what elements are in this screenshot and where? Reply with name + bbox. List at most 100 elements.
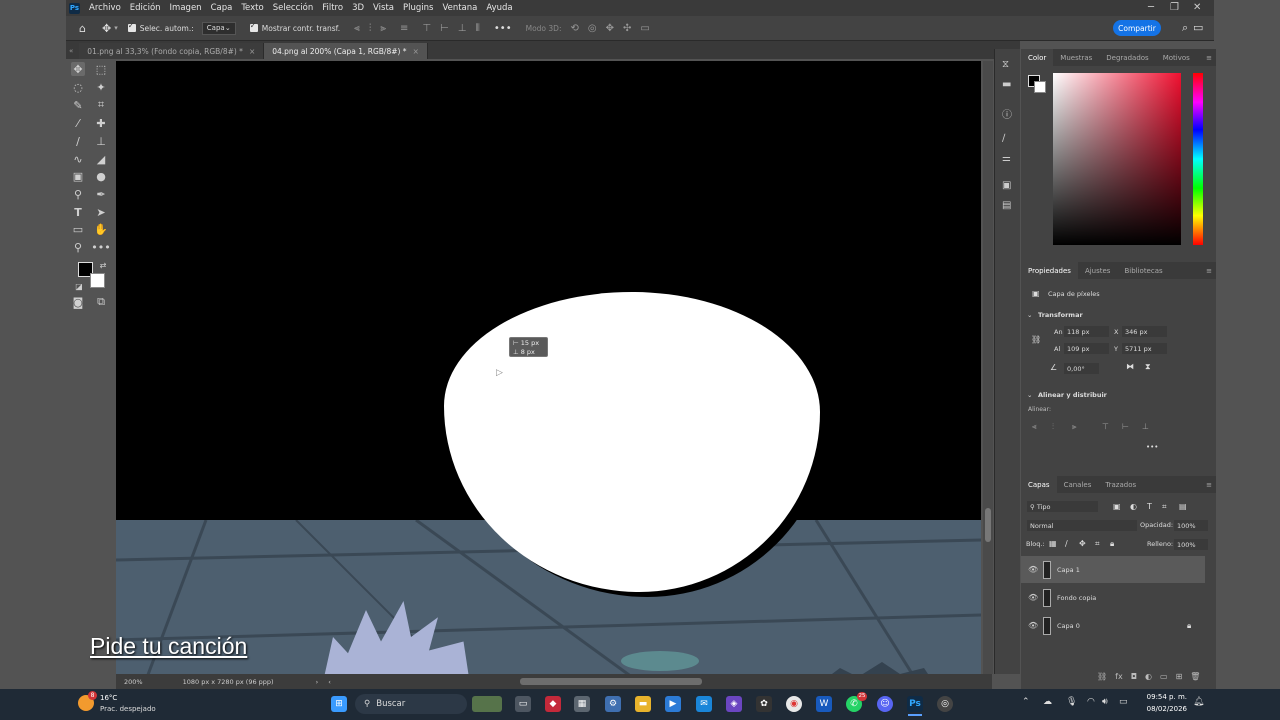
recorder-icon[interactable]: ◎ bbox=[937, 696, 953, 712]
chatgpt-icon[interactable]: ✿ bbox=[756, 696, 772, 712]
adjustment-layer-icon[interactable]: ◐ bbox=[1145, 672, 1152, 681]
panel-menu-icon[interactable]: ≡ bbox=[1206, 54, 1212, 62]
mic-icon[interactable]: 🎙︎ bbox=[1066, 697, 1077, 707]
background-color-swatch[interactable] bbox=[90, 273, 105, 288]
crop-tool-icon[interactable]: ⌗ bbox=[94, 98, 108, 112]
visibility-eye-icon[interactable]: 👁︎ bbox=[1028, 621, 1038, 630]
word-icon[interactable]: W bbox=[816, 696, 832, 712]
home-icon[interactable]: ⌂ bbox=[79, 22, 86, 35]
align-h-centers-icon[interactable]: ⫶ bbox=[1052, 422, 1054, 432]
history-brush-icon[interactable]: ∿ bbox=[71, 152, 85, 166]
tab-capas[interactable]: Capas bbox=[1021, 476, 1057, 493]
panel-menu-icon[interactable]: ≡ bbox=[1206, 481, 1212, 489]
chevron-right-icon[interactable]: › bbox=[316, 678, 319, 686]
close-window-icon[interactable]: ✕ bbox=[1193, 2, 1201, 13]
history-icon[interactable]: ⧖ bbox=[1002, 59, 1009, 70]
menu-archivo[interactable]: Archivo bbox=[89, 3, 121, 13]
cloud-icon[interactable]: ☁ bbox=[1043, 697, 1052, 707]
align-center-icon[interactable]: ⫶ bbox=[369, 23, 372, 34]
visibility-eye-icon[interactable]: 👁︎ bbox=[1028, 565, 1038, 574]
tab-color[interactable]: Color bbox=[1021, 49, 1054, 66]
align-v-centers-icon[interactable]: ⊢ bbox=[1122, 422, 1129, 431]
hue-slider[interactable] bbox=[1193, 73, 1203, 245]
tab-propiedades[interactable]: Propiedades bbox=[1021, 262, 1078, 279]
filter-pixel-icon[interactable]: ▣ bbox=[1113, 502, 1121, 511]
align-distribute-header[interactable]: Alinear y distribuir bbox=[1038, 391, 1107, 399]
angle-input[interactable]: 0,00° bbox=[1064, 363, 1099, 374]
brush-settings-icon[interactable]: ∕ bbox=[1002, 133, 1005, 144]
layer-row[interactable]: 👁︎ Fondo copia bbox=[1021, 584, 1205, 611]
more-options-icon[interactable]: ••• bbox=[1146, 443, 1158, 451]
align-top-icon[interactable]: ⊤ bbox=[422, 23, 431, 34]
x-input[interactable]: 346 px bbox=[1122, 326, 1167, 337]
menu-capa[interactable]: Capa bbox=[211, 3, 233, 13]
close-tab-icon[interactable]: × bbox=[249, 47, 255, 56]
tab-bibliotecas[interactable]: Bibliotecas bbox=[1117, 262, 1169, 279]
menu-seleccion[interactable]: Selección bbox=[273, 3, 314, 13]
rectangle-tool-icon[interactable]: ▭ bbox=[71, 222, 85, 236]
distribute-icon[interactable]: ≡ bbox=[400, 23, 408, 34]
notes-icon[interactable]: ▤ bbox=[1002, 200, 1011, 211]
clock-time[interactable]: 09:54 p. m. bbox=[1145, 693, 1187, 701]
slide-3d-icon[interactable]: ✣ bbox=[623, 23, 631, 34]
panel-menu-icon[interactable]: ≡ bbox=[1206, 267, 1212, 275]
move-tool-options-icon[interactable]: ✥ bbox=[102, 22, 111, 35]
horizontal-scroll-thumb[interactable] bbox=[520, 678, 702, 685]
zoom-tool-icon[interactable]: ⚲ bbox=[71, 240, 85, 254]
wifi-icon[interactable]: ◠ bbox=[1087, 697, 1095, 707]
y-input[interactable]: 5711 px bbox=[1122, 343, 1167, 354]
document-canvas[interactable]: ⊢ 15 px ⊥ 8 px ▷ bbox=[116, 61, 981, 674]
auto-select-checkbox[interactable]: Selec. autom.: bbox=[127, 21, 194, 33]
discord-icon[interactable]: ☺ bbox=[877, 696, 893, 712]
blend-mode-dropdown[interactable]: Normal bbox=[1027, 520, 1137, 531]
menu-ayuda[interactable]: Ayuda bbox=[486, 3, 512, 13]
tab-degradados[interactable]: Degradados bbox=[1099, 49, 1155, 66]
store-icon[interactable]: ▦ bbox=[574, 696, 590, 712]
swap-colors-icon[interactable]: ⇄ bbox=[96, 258, 110, 272]
tab-01-png[interactable]: 01.png al 33,3% (Fondo copia, RGB/8#) * … bbox=[79, 43, 265, 59]
hand-tool-icon[interactable]: ✋ bbox=[94, 222, 108, 236]
path-selection-icon[interactable]: ➤ bbox=[94, 205, 108, 219]
link-layers-icon[interactable]: ⛓ bbox=[1097, 672, 1107, 681]
type-tool-icon[interactable]: T bbox=[71, 205, 85, 219]
more-options-icon[interactable]: ••• bbox=[494, 23, 512, 34]
photoshop-taskbar-icon[interactable]: Ps bbox=[907, 696, 923, 712]
close-tab-icon[interactable]: × bbox=[413, 47, 419, 56]
minimize-icon[interactable]: ─ bbox=[1148, 2, 1154, 13]
filter-shape-icon[interactable]: ⌗ bbox=[1162, 502, 1167, 512]
align-top-edges-icon[interactable]: ⊤ bbox=[1102, 422, 1109, 431]
notifications-icon[interactable]: 🔔︎ bbox=[1193, 697, 1204, 707]
file-explorer-icon[interactable]: ▬ bbox=[635, 696, 651, 712]
layer-row[interactable]: 👁︎ Capa 0 🔒︎ bbox=[1021, 612, 1205, 639]
windows-start-icon[interactable]: ⊞ bbox=[331, 696, 347, 712]
menu-vista[interactable]: Vista bbox=[373, 3, 394, 13]
panel-background-swatch[interactable] bbox=[1034, 81, 1046, 93]
expand-icon[interactable]: ⌄ bbox=[1027, 391, 1032, 399]
width-input[interactable]: 118 px bbox=[1064, 326, 1109, 337]
opacity-input[interactable]: 100% bbox=[1174, 520, 1208, 531]
fx-icon[interactable]: fx bbox=[1115, 672, 1123, 681]
visibility-eye-icon[interactable]: 👁︎ bbox=[1028, 593, 1038, 602]
taskbar-search[interactable]: ⚲ Buscar bbox=[355, 694, 467, 714]
menu-imagen[interactable]: Imagen bbox=[170, 3, 202, 13]
pan-3d-icon[interactable]: ✥ bbox=[606, 23, 614, 34]
tab-muestras[interactable]: Muestras bbox=[1053, 49, 1099, 66]
widgets-icon[interactable] bbox=[472, 696, 502, 712]
quick-selection-icon[interactable]: ✎ bbox=[71, 98, 85, 112]
filter-type-icon[interactable]: T bbox=[1147, 502, 1152, 511]
lasso-tool-icon[interactable]: ◌ bbox=[71, 80, 85, 94]
delete-layer-icon[interactable]: 🗑︎ bbox=[1190, 672, 1200, 681]
align-left-edges-icon[interactable]: ⫷ bbox=[1032, 422, 1037, 432]
movies-icon[interactable]: ▶ bbox=[665, 696, 681, 712]
clone-stamp-icon[interactable]: ⊥ bbox=[94, 134, 108, 148]
navigator-icon[interactable]: ▣ bbox=[1002, 180, 1011, 191]
expand-icon[interactable]: ⌄ bbox=[1027, 311, 1032, 319]
layer-row[interactable]: 👁︎ Capa 1 bbox=[1021, 556, 1205, 583]
lock-pixels-icon[interactable]: ∕ bbox=[1065, 539, 1068, 548]
eyedropper-icon[interactable]: ⁄ bbox=[71, 116, 85, 130]
link-icon[interactable]: ⛓ bbox=[1031, 335, 1041, 344]
new-group-icon[interactable]: ▭ bbox=[1160, 672, 1168, 681]
tray-chevron-icon[interactable]: ⌃ bbox=[1022, 697, 1030, 707]
chevron-down-icon[interactable]: ▾ bbox=[114, 24, 118, 32]
menu-ventana[interactable]: Ventana bbox=[442, 3, 477, 13]
